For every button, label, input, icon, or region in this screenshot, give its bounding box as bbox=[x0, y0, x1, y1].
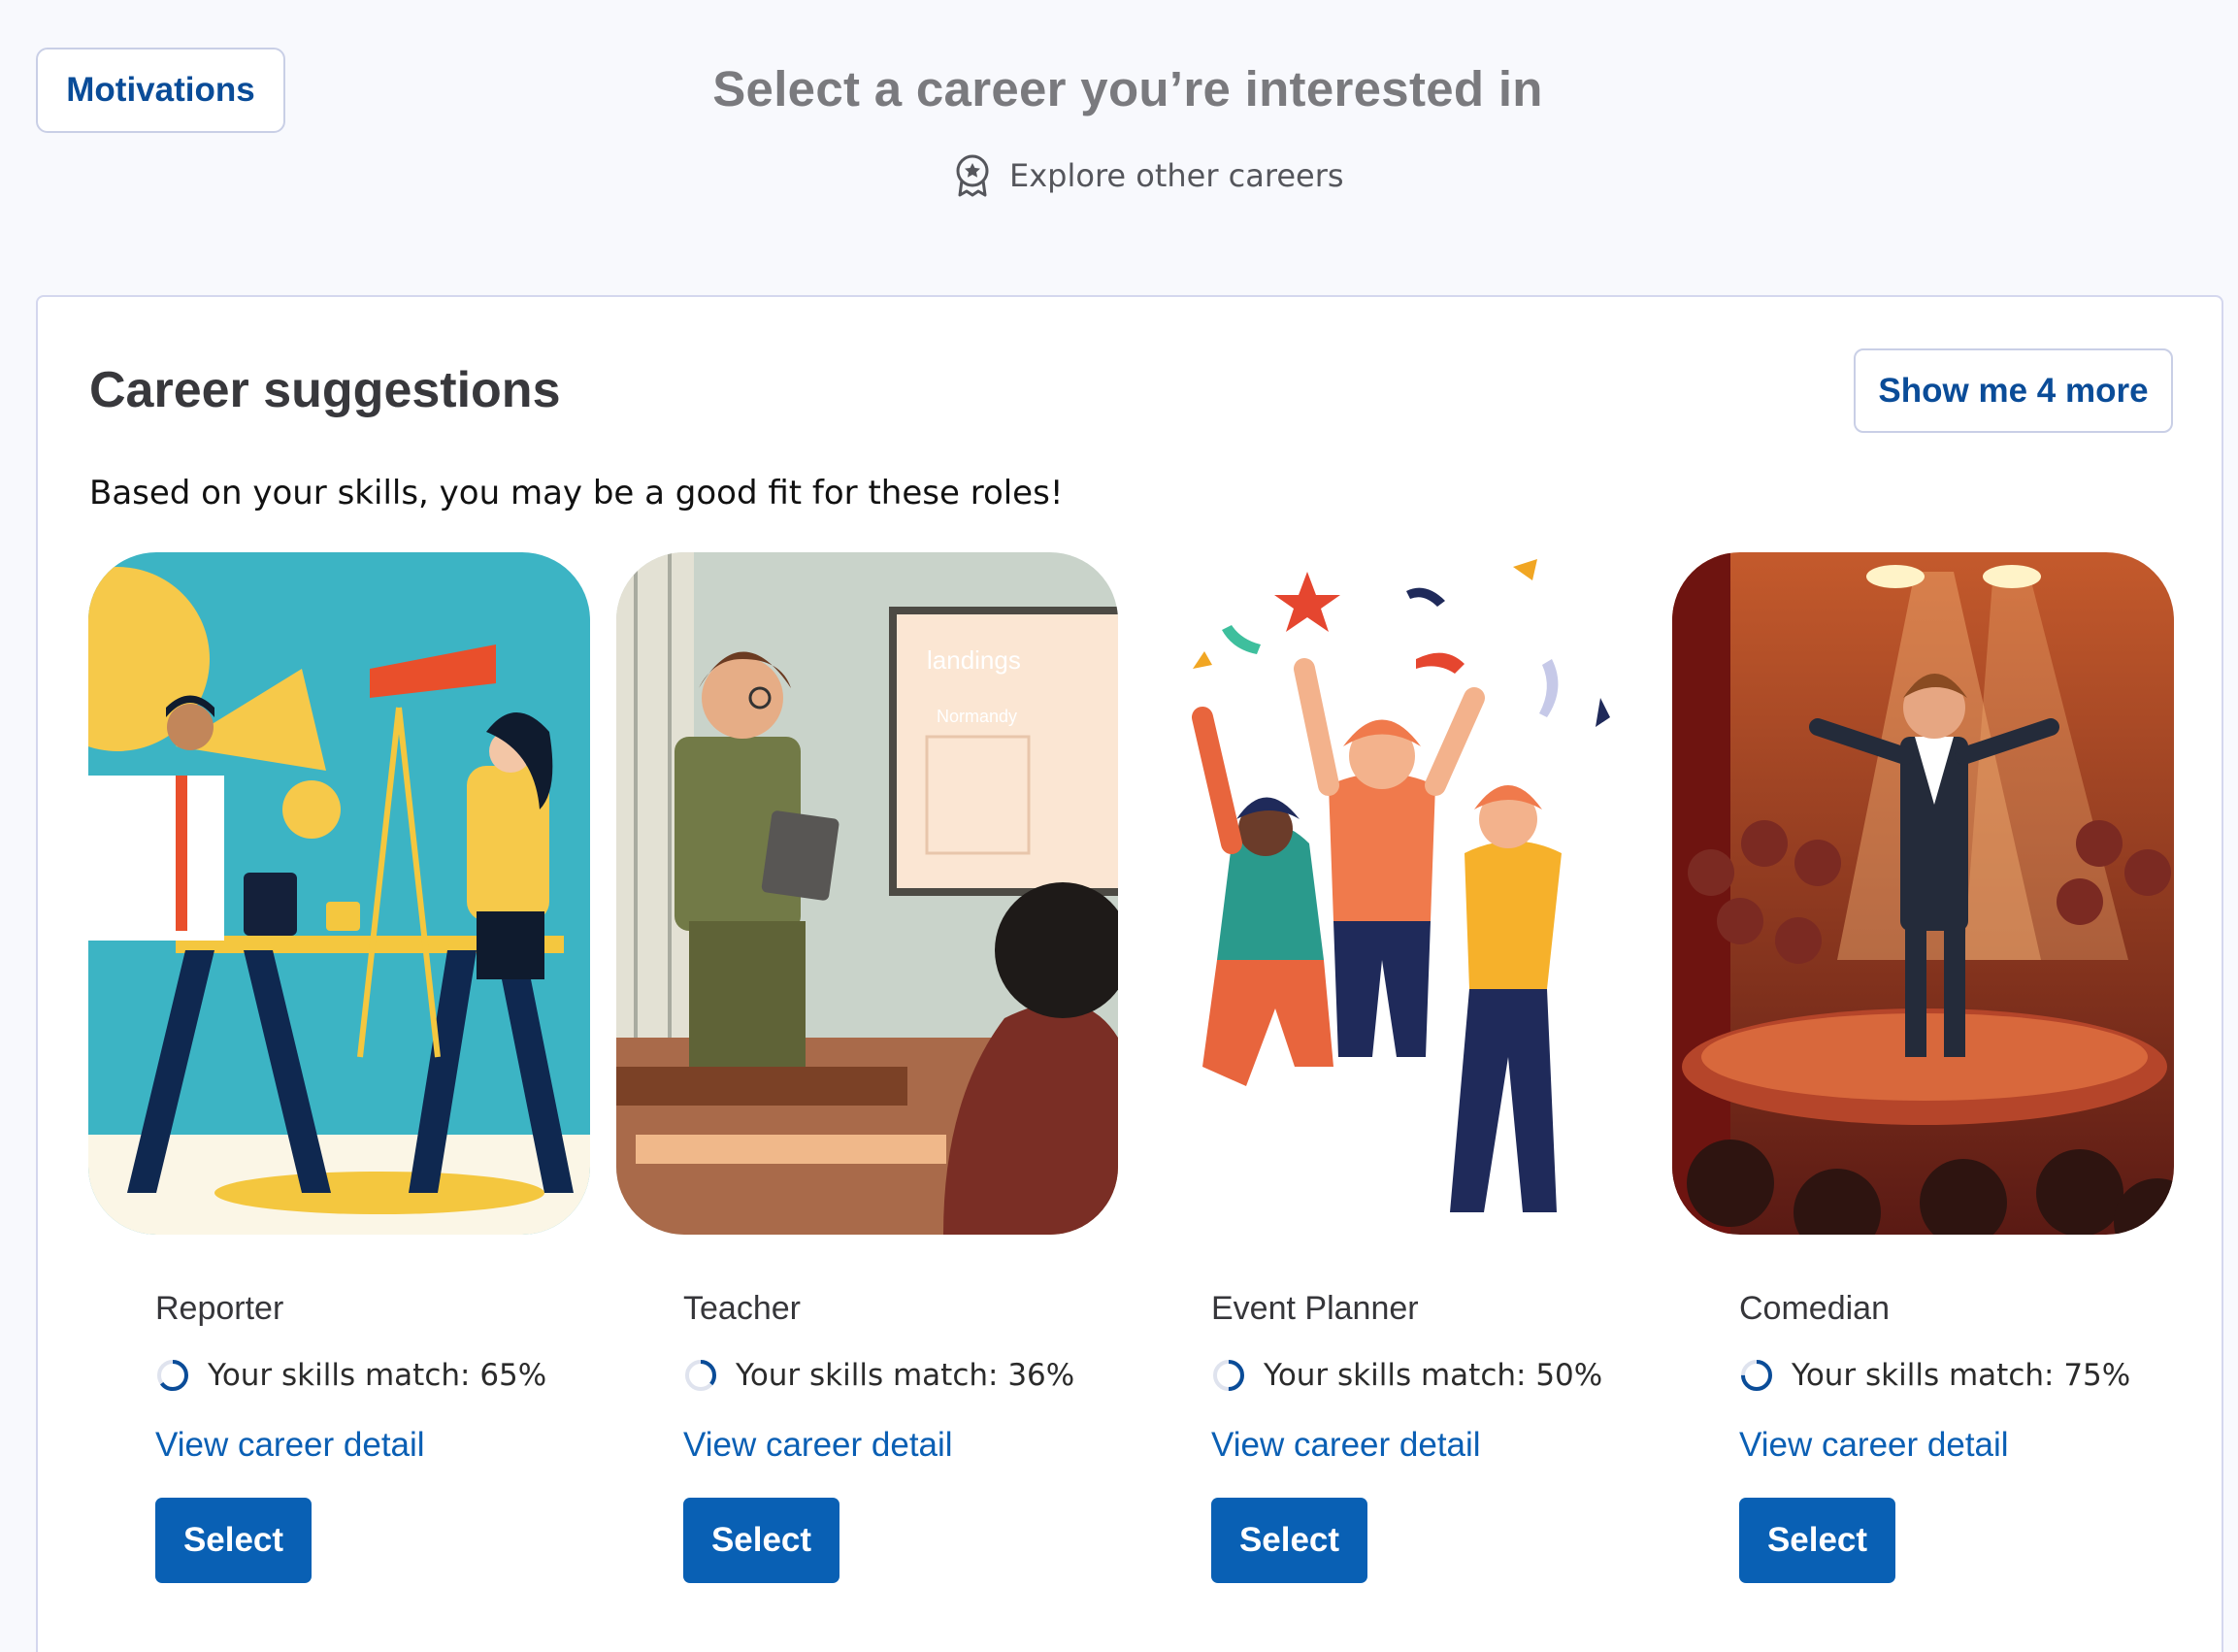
career-card-comedian: Comedian Your skills match: 75% View car… bbox=[1672, 552, 2174, 1630]
career-name: Teacher bbox=[683, 1290, 801, 1327]
career-card-event-planner: Event Planner Your skills match: 50% Vie… bbox=[1144, 552, 1646, 1630]
career-card-teacher: landings Normandy Teacher Your skills ma… bbox=[616, 552, 1118, 1630]
teacher-illustration: landings Normandy bbox=[616, 552, 1118, 1235]
skills-match-label: Your skills match: 50% bbox=[1264, 1358, 1603, 1393]
view-career-detail-link[interactable]: View career detail bbox=[1739, 1426, 2009, 1465]
progress-ring-icon bbox=[1213, 1360, 1244, 1391]
career-selection-page: Motivations Select a career you’re inter… bbox=[0, 0, 2238, 1652]
skills-match: Your skills match: 65% bbox=[155, 1356, 546, 1395]
select-button[interactable]: Select bbox=[683, 1498, 839, 1583]
explore-other-careers-link[interactable]: Explore other careers bbox=[953, 151, 1344, 200]
party-illustration bbox=[1144, 552, 1646, 1235]
career-name: Reporter bbox=[155, 1290, 284, 1327]
career-card-reporter: Reporter Your skills match: 65% View car… bbox=[88, 552, 590, 1630]
career-suggestions-title: Career suggestions bbox=[89, 362, 561, 418]
view-career-detail-link[interactable]: View career detail bbox=[155, 1426, 425, 1465]
select-button[interactable]: Select bbox=[1739, 1498, 1895, 1583]
career-name: Comedian bbox=[1739, 1290, 1890, 1327]
view-career-detail-link[interactable]: View career detail bbox=[683, 1426, 953, 1465]
skills-match-label: Your skills match: 75% bbox=[1792, 1358, 2131, 1393]
skills-match: Your skills match: 50% bbox=[1211, 1356, 1602, 1395]
suggestions-subtitle: Based on your skills, you may be a good … bbox=[89, 474, 1064, 512]
show-more-button[interactable]: Show me 4 more bbox=[1854, 348, 2173, 433]
page-title: Select a career you’re interested in bbox=[712, 61, 1543, 116]
career-name: Event Planner bbox=[1211, 1290, 1419, 1327]
explore-other-careers-label: Explore other careers bbox=[1009, 157, 1344, 194]
select-button[interactable]: Select bbox=[155, 1498, 312, 1583]
skills-match: Your skills match: 75% bbox=[1739, 1356, 2130, 1395]
progress-ring-icon bbox=[1741, 1360, 1772, 1391]
view-career-detail-link[interactable]: View career detail bbox=[1211, 1426, 1481, 1465]
board-title: landings bbox=[927, 645, 1021, 675]
career-suggestions-panel: Career suggestions Show me 4 more Based … bbox=[36, 295, 2223, 1652]
skills-match: Your skills match: 36% bbox=[683, 1356, 1074, 1395]
skills-match-label: Your skills match: 36% bbox=[736, 1358, 1075, 1393]
progress-ring-icon bbox=[157, 1360, 188, 1391]
progress-ring-icon bbox=[685, 1360, 716, 1391]
skills-match-label: Your skills match: 65% bbox=[208, 1358, 547, 1393]
comedian-illustration bbox=[1672, 552, 2174, 1235]
select-button[interactable]: Select bbox=[1211, 1498, 1367, 1583]
reporter-illustration bbox=[88, 552, 590, 1235]
award-badge-icon bbox=[956, 154, 989, 197]
board-subtitle: Normandy bbox=[937, 707, 1017, 726]
